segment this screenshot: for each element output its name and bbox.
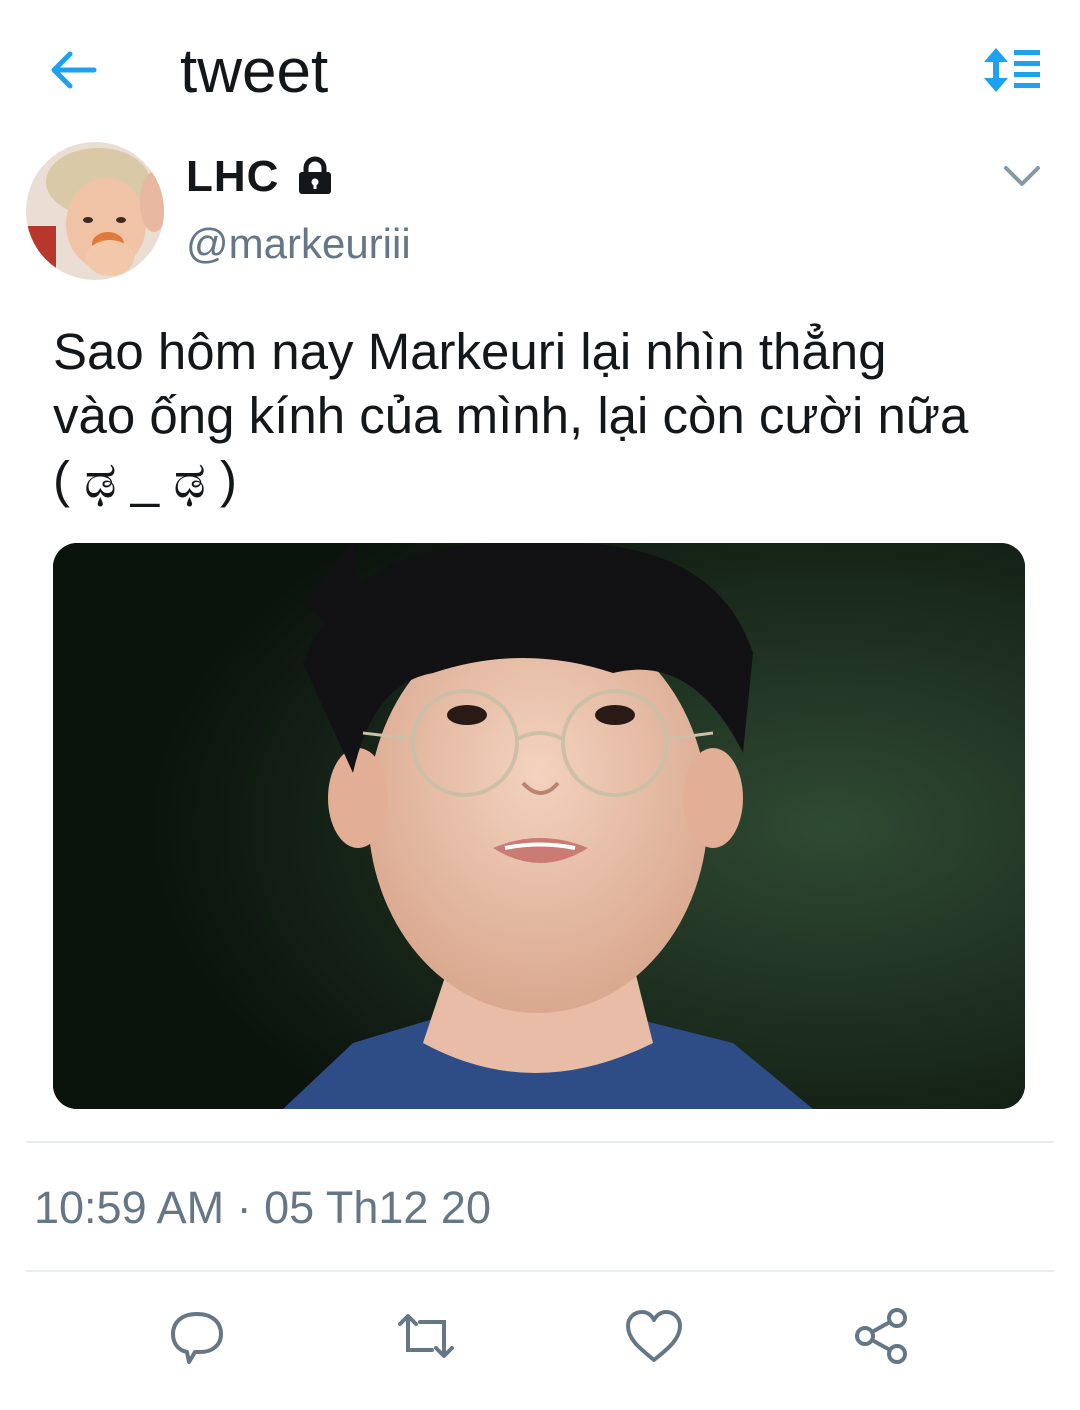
divider-top: [26, 1141, 1054, 1143]
tweet-photo[interactable]: [53, 543, 1025, 1109]
portrait-image: [53, 543, 1025, 1109]
like-button[interactable]: [622, 1306, 686, 1366]
retweet-icon: [398, 1314, 454, 1358]
tweet-timestamp: 10:59 AM · 05 Th12 20: [34, 1182, 491, 1233]
top-bar: tweet: [0, 0, 1080, 140]
more-options-button[interactable]: [998, 156, 1046, 196]
avatar[interactable]: [26, 142, 164, 280]
user-handle[interactable]: @markeuriii: [186, 218, 411, 270]
tweet-text: Sao hôm nay Markeuri lại nhìn thẳng vào …: [53, 323, 969, 508]
share-icon: [855, 1308, 907, 1364]
sort-button[interactable]: [980, 44, 1044, 96]
sort-lines-icon: [984, 48, 1040, 92]
lock-icon: [294, 155, 336, 197]
reply-button[interactable]: [165, 1306, 229, 1366]
divider-bottom: [26, 1270, 1054, 1272]
page-title: tweet: [180, 37, 329, 106]
share-button[interactable]: [851, 1306, 915, 1366]
heart-icon: [626, 1310, 682, 1362]
display-name[interactable]: LHC: [186, 150, 279, 204]
reply-bubble-icon: [171, 1312, 223, 1364]
back-button[interactable]: [44, 44, 104, 96]
avatar-image: [26, 142, 164, 280]
arrow-left-icon: [51, 51, 97, 89]
chevron-down-icon: [1004, 166, 1040, 186]
retweet-button[interactable]: [394, 1306, 458, 1366]
